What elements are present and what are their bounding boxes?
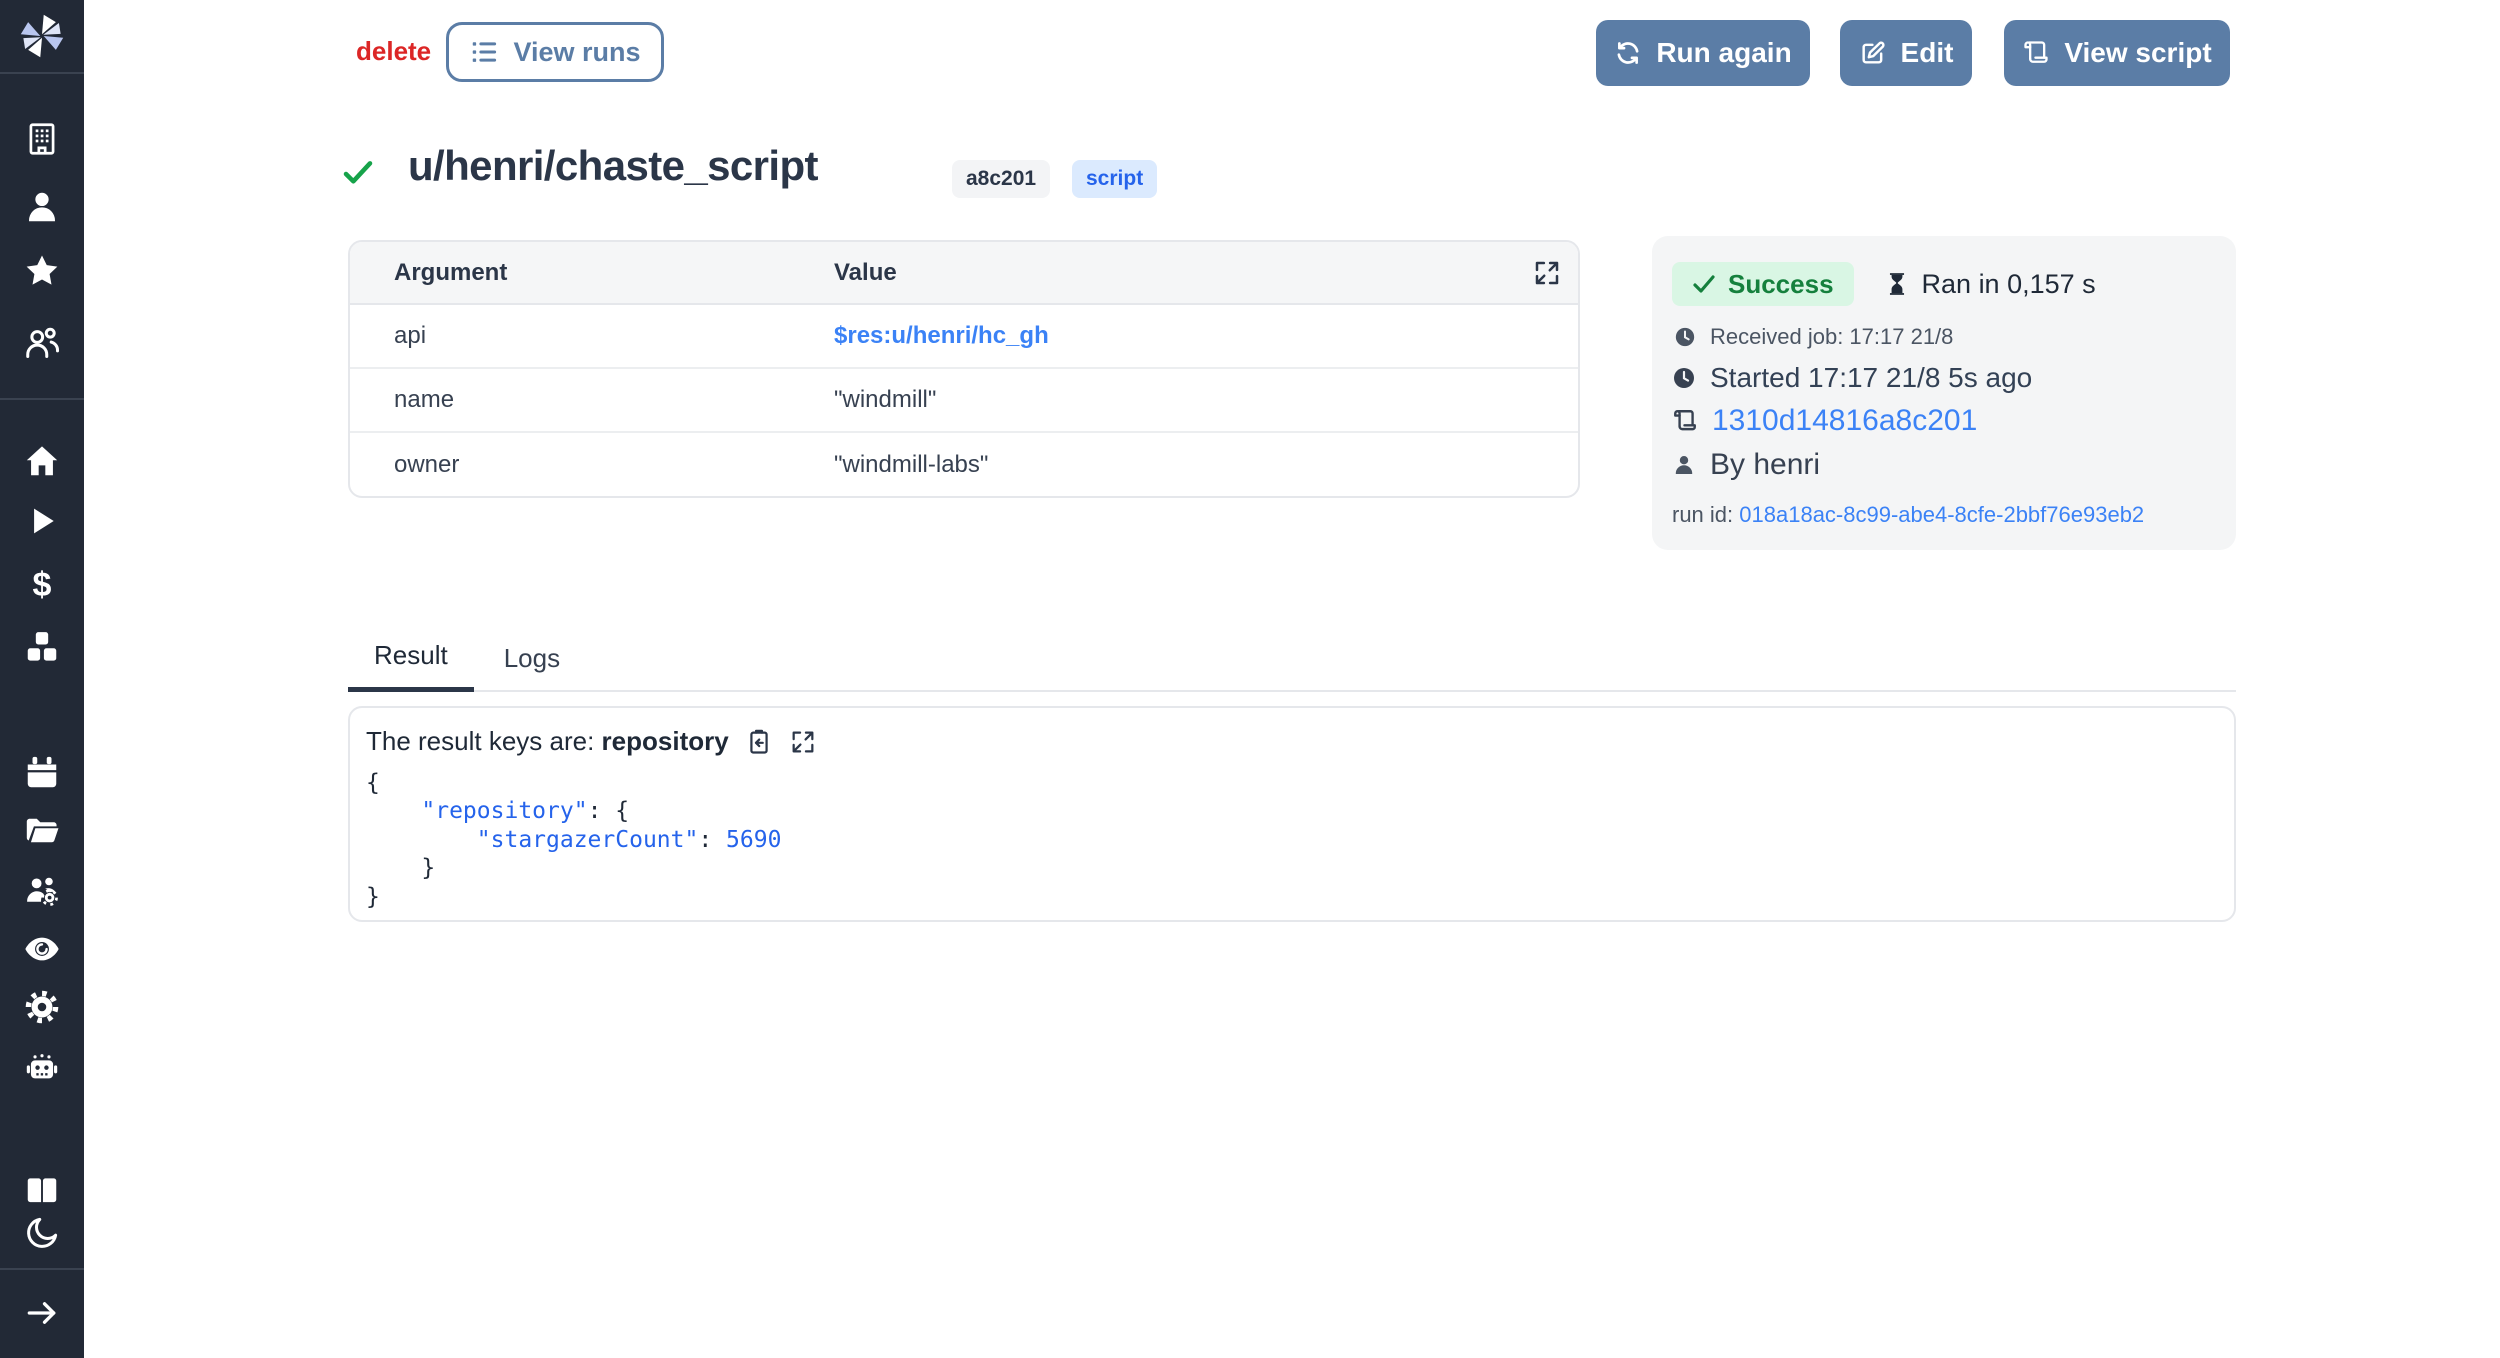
- arg-value-resource-link[interactable]: $res:u/henri/hc_gh: [834, 304, 1578, 368]
- sidebar-divider: [0, 1268, 84, 1270]
- delete-button[interactable]: delete: [356, 36, 431, 67]
- started-line: Started 17:17 21/8 5s ago: [1672, 362, 2216, 394]
- column-value: Value: [834, 242, 1578, 304]
- cubes-icon[interactable]: [23, 628, 61, 666]
- edit-button[interactable]: Edit: [1840, 20, 1972, 86]
- run-id-line: run id: 018a18ac-8c99-abe4-8cfe-2bbf76e9…: [1672, 502, 2216, 528]
- clock-icon: [1672, 366, 1696, 390]
- user-icon[interactable]: [23, 188, 61, 226]
- arg-row: name"windmill": [350, 368, 1578, 432]
- arg-value: "windmill": [834, 368, 1578, 432]
- run-again-label: Run again: [1656, 37, 1791, 69]
- arg-value: "windmill-labs": [834, 432, 1578, 496]
- sidebar-divider: [0, 398, 84, 400]
- script-kind-badge: script: [1072, 160, 1157, 198]
- args-table-body: api$res:u/henri/hc_ghname"windmill"owner…: [350, 304, 1578, 496]
- result-json: { "repository": { "stargazerCount": 5690…: [366, 769, 2218, 911]
- person-icon: [1672, 453, 1696, 477]
- column-argument: Argument: [350, 242, 834, 304]
- scroll-icon: [1672, 408, 1698, 434]
- view-script-label: View script: [2064, 37, 2211, 69]
- edit-label: Edit: [1901, 37, 1954, 69]
- run-duration: Ran in 0,157 s: [1884, 269, 2096, 300]
- author-line: By henri: [1672, 448, 2216, 482]
- view-runs-label: View runs: [513, 37, 640, 68]
- job-hash-link[interactable]: 1310d14816a8c201: [1712, 404, 1977, 438]
- refresh-icon: [1614, 39, 1642, 67]
- version-hash-badge: a8c201: [952, 160, 1050, 198]
- robot-icon[interactable]: [23, 1048, 61, 1086]
- windmill-logo-icon[interactable]: [16, 10, 68, 62]
- result-card: The result keys are: repository { "repos…: [348, 706, 2236, 922]
- arrow-right-icon[interactable]: [23, 1294, 61, 1332]
- users-icon[interactable]: [23, 324, 61, 362]
- result-key: repository: [602, 726, 729, 756]
- page-title: u/henri/chaste_script: [408, 142, 818, 190]
- sidebar: $: [0, 0, 84, 1358]
- result-summary: The result keys are: repository: [366, 726, 2218, 757]
- folder-open-icon[interactable]: [23, 812, 61, 850]
- status-panel: Success Ran in 0,157 s Received job: 17:…: [1652, 236, 2236, 550]
- book-icon[interactable]: [23, 1172, 61, 1210]
- sidebar-divider: [0, 72, 84, 74]
- calendar-icon[interactable]: [23, 754, 61, 792]
- hourglass-icon: [1884, 270, 1910, 298]
- star-icon[interactable]: [23, 252, 61, 290]
- gear-icon[interactable]: [23, 988, 61, 1026]
- result-tabbar: Result Logs: [348, 640, 2236, 692]
- result-keys-text: The result keys are: repository: [366, 726, 729, 757]
- arg-row: owner"windmill-labs": [350, 432, 1578, 496]
- received-job-line: Received job: 17:17 21/8: [1672, 324, 2216, 350]
- check-icon: [1692, 273, 1716, 295]
- expand-icon[interactable]: [1532, 258, 1562, 288]
- arguments-table: Argument Value api$res:u/henri/hc_ghname…: [348, 240, 1580, 498]
- table-header-row: Argument Value: [350, 242, 1578, 304]
- expand-icon[interactable]: [789, 728, 817, 756]
- arg-name: api: [350, 304, 834, 368]
- pencil-square-icon: [1859, 39, 1887, 67]
- view-runs-button[interactable]: View runs: [446, 22, 664, 82]
- clock-icon: [1674, 326, 1696, 348]
- success-check-icon: [342, 158, 374, 186]
- dollar-icon[interactable]: $: [23, 566, 61, 604]
- job-hash-line: 1310d14816a8c201: [1672, 404, 2216, 438]
- play-icon[interactable]: [23, 502, 61, 540]
- arg-name: name: [350, 368, 834, 432]
- home-icon[interactable]: [23, 442, 61, 480]
- tab-logs[interactable]: Logs: [478, 643, 586, 690]
- scroll-icon: [2022, 39, 2050, 67]
- job-run-page: $ delete: [0, 0, 2500, 1358]
- building-icon[interactable]: [23, 120, 61, 158]
- arg-row: api$res:u/henri/hc_gh: [350, 304, 1578, 368]
- copy-to-clipboard-icon[interactable]: [745, 728, 773, 756]
- group-gear-icon[interactable]: [23, 872, 61, 910]
- status-badge: Success: [1672, 262, 1854, 306]
- eye-icon[interactable]: [23, 930, 61, 968]
- list-icon: [469, 37, 499, 67]
- arg-name: owner: [350, 432, 834, 496]
- moon-icon[interactable]: [23, 1214, 61, 1252]
- tab-result[interactable]: Result: [348, 640, 474, 692]
- view-script-button[interactable]: View script: [2004, 20, 2230, 86]
- run-id-link[interactable]: 018a18ac-8c99-abe4-8cfe-2bbf76e93eb2: [1739, 502, 2144, 527]
- run-again-button[interactable]: Run again: [1596, 20, 1810, 86]
